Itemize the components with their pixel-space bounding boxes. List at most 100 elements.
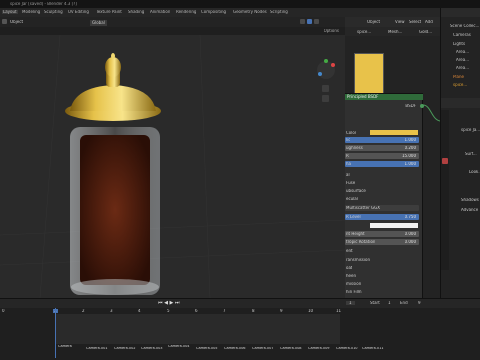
outliner-item[interactable]: Plane: [453, 75, 480, 79]
section-sheen[interactable]: heen: [346, 274, 356, 278]
menu-select[interactable]: Select: [409, 20, 421, 24]
outliner-item[interactable]: spice...: [453, 83, 480, 87]
tab-modeling[interactable]: Modeling: [22, 10, 40, 14]
playback-controls[interactable]: ⏮ ◀ ▶ ⏭: [158, 300, 179, 306]
outliner-item[interactable]: Area...: [456, 50, 480, 54]
row-label: nt Height: [346, 232, 365, 236]
transform-orientation[interactable]: Global: [90, 20, 107, 26]
node-link: [422, 104, 440, 122]
tab-shading[interactable]: Shading: [128, 10, 144, 14]
timeline-marker[interactable]: Camera.001: [86, 347, 108, 351]
viewport-toolbar: Options: [0, 27, 345, 35]
viewport-header: Object Global: [0, 17, 345, 27]
row-label: tropic Rotation: [346, 240, 376, 244]
viewport-scene: [0, 35, 345, 298]
shading-material-icon[interactable]: [307, 19, 312, 24]
pan-icon: [322, 95, 329, 102]
grid-lines: [0, 35, 345, 298]
marker-row: Camera Camera.001 Camera.002 Camera.003 …: [0, 344, 480, 354]
editor-type-icon[interactable]: [2, 19, 7, 24]
section-normal[interactable]: al: [346, 173, 350, 177]
timeline-marker[interactable]: Camera.011: [362, 347, 384, 351]
viewport-options[interactable]: Options: [324, 29, 339, 33]
tab-texture-paint[interactable]: Texture Paint: [96, 10, 122, 14]
outliner-item[interactable]: Cameras: [453, 33, 480, 37]
properties-tab-strip: [441, 110, 449, 270]
timeline-marker[interactable]: Camera: [58, 345, 72, 349]
outliner-item[interactable]: Area...: [456, 66, 480, 70]
panel-surface[interactable]: Surf...: [465, 152, 480, 156]
3d-viewport[interactable]: [0, 35, 345, 298]
section-thin-film[interactable]: hin Film: [346, 290, 362, 294]
start-label: Start: [370, 301, 380, 305]
row-label: lic: [346, 138, 351, 142]
breadcrumb-mesh[interactable]: Mesh...: [388, 30, 402, 34]
section-emission[interactable]: mission: [346, 282, 361, 286]
panel-label: Shadows: [461, 198, 479, 202]
timeline-marker[interactable]: Camera.004: [168, 345, 190, 349]
outliner-item[interactable]: Lights: [453, 42, 480, 46]
menu-add[interactable]: Add: [425, 20, 433, 24]
zoom-icon: [322, 85, 329, 92]
timeline-marker[interactable]: Camera.003: [141, 347, 163, 351]
timeline-header: ⏮ ◀ ▶ ⏭ 1 Start 1 End 9: [0, 299, 480, 308]
row-label: Color: [346, 131, 357, 135]
principled-bsdf-node[interactable]: Principled BSDF BSDF Color lic 1.000 ugh…: [345, 93, 424, 299]
timeline[interactable]: ⏮ ◀ ▶ ⏭ 1 Start 1 End 9 0 1 2 3 4 5 6 7 …: [0, 298, 480, 360]
outliner[interactable]: Scene Collec... Cameras Lights Area... A…: [440, 8, 480, 98]
menu-view[interactable]: View: [395, 20, 405, 24]
tab-geometry-nodes[interactable]: Geometry Nodes: [233, 10, 267, 14]
tab-scripting[interactable]: Scripting: [270, 10, 288, 14]
timeline-marker[interactable]: Camera.010: [336, 347, 358, 351]
current-frame[interactable]: 1: [346, 301, 355, 305]
mode-select[interactable]: Object: [10, 20, 23, 24]
outliner-item[interactable]: Area...: [456, 58, 480, 62]
frame-number: 6: [195, 309, 198, 313]
row-value: 0.000: [404, 240, 416, 244]
timeline-marker[interactable]: Camera.009: [308, 347, 330, 351]
timeline-marker[interactable]: Camera.002: [114, 347, 136, 351]
timeline-marker[interactable]: Camera.005: [196, 347, 218, 351]
timeline-marker[interactable]: Camera.008: [280, 347, 302, 351]
material-tab-icon[interactable]: [442, 158, 448, 164]
tab-animation[interactable]: Animation: [150, 10, 170, 14]
panel-label: Look...: [469, 170, 480, 174]
start-frame[interactable]: 1: [388, 301, 391, 305]
properties-header: [441, 98, 480, 108]
tab-rendering[interactable]: Rendering: [176, 10, 196, 14]
end-frame[interactable]: 9: [418, 301, 421, 305]
timeline-marker[interactable]: Camera.006: [224, 347, 246, 351]
outliner-item[interactable]: Scene Collec...: [450, 24, 480, 28]
tab-compositing[interactable]: Compositing: [201, 10, 226, 14]
tab-layout[interactable]: Layout: [2, 10, 18, 14]
outliner-header: [441, 8, 480, 17]
node-title[interactable]: Principled BSDF: [345, 94, 423, 100]
shading-rendered-icon[interactable]: [314, 19, 319, 24]
row-value: 15.000: [402, 154, 416, 158]
section-subsurface[interactable]: ubsurface: [346, 189, 366, 193]
shader-mode[interactable]: Object: [367, 20, 380, 24]
frame-number: 8: [252, 309, 255, 313]
frame-number: 7: [223, 309, 226, 313]
row-label: Multiscatter GGX: [346, 206, 380, 210]
shading-solid-icon[interactable]: [300, 19, 305, 24]
breadcrumb-material[interactable]: Gold...: [419, 30, 432, 34]
tint-swatch[interactable]: [370, 223, 418, 228]
section-diffuse[interactable]: Fuse: [346, 181, 355, 185]
row-label: ughness: [346, 146, 363, 150]
section-specular[interactable]: ecular: [346, 197, 358, 201]
tab-uv-editing[interactable]: UV Editing: [68, 10, 89, 14]
tab-sculpting[interactable]: Sculpting: [44, 10, 63, 14]
row-tangent: ent: [346, 249, 353, 253]
timeline-marker[interactable]: Camera.007: [252, 347, 274, 351]
section-coat[interactable]: oat: [346, 266, 352, 270]
node-output-label: BSDF: [405, 104, 416, 108]
base-color-swatch[interactable]: [370, 130, 418, 135]
section-transmission[interactable]: ransmission: [346, 258, 370, 262]
material-preview: [354, 53, 384, 95]
breadcrumb-object[interactable]: spice...: [357, 30, 371, 34]
row-label: R: [346, 154, 349, 158]
panel-advanced[interactable]: Advance: [461, 208, 480, 212]
breadcrumb: spice... Mesh... Gold...: [345, 27, 440, 36]
shader-editor[interactable]: Object View Select Add spice... Mesh... …: [345, 17, 440, 299]
